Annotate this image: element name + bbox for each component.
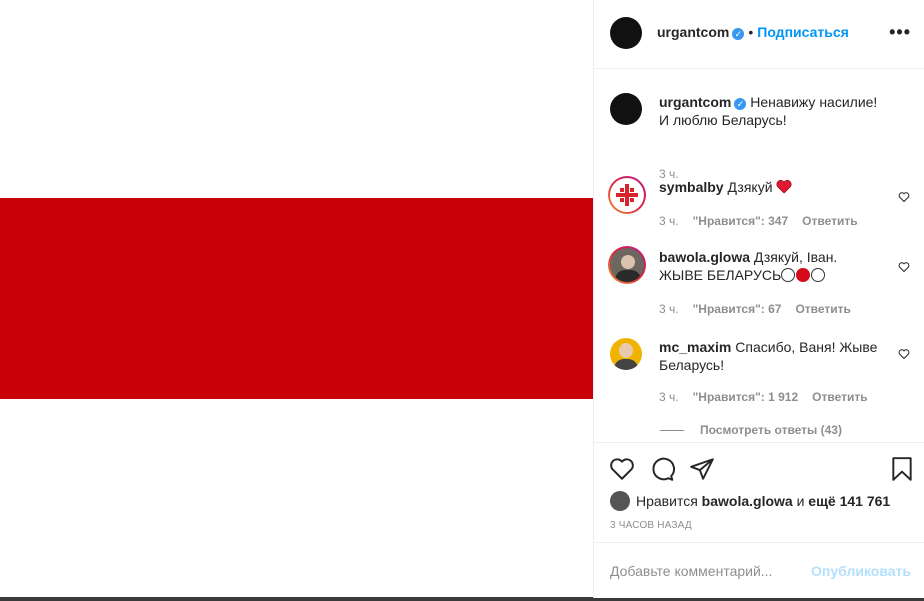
story-ring[interactable] — [608, 246, 646, 284]
comment-text: Дзякуй — [727, 179, 773, 195]
likes-middle: и — [796, 493, 805, 509]
comment-body: symbalby Дзякуй — [659, 178, 884, 196]
comment-username[interactable]: symbalby — [659, 179, 724, 195]
flag-red-stripe — [0, 198, 593, 399]
post-time-ago[interactable]: 3 часов назад — [610, 520, 692, 531]
reply-button[interactable]: Ответить — [812, 390, 867, 404]
commenter-avatar[interactable] — [610, 338, 642, 370]
comment-item: symbalby Дзякуй 3 ч. "Нравится": 347 Ответ… — [608, 176, 910, 238]
comment-meta: 3 ч. "Нравится": 1 912 Ответить — [659, 390, 882, 404]
comment-time: 3 ч. — [659, 302, 679, 316]
post-caption: urgantcom ✓ Ненавижу насилие!И люблю Бела… — [610, 93, 910, 181]
separator-dot: • — [748, 24, 754, 40]
verified-badge-icon: ✓ — [734, 98, 747, 110]
reply-button[interactable]: Ответить — [795, 302, 850, 316]
publish-button[interactable]: Опубликовать — [811, 563, 911, 579]
post-image[interactable] — [0, 0, 593, 598]
commenter-avatar — [610, 178, 644, 212]
comment-input[interactable]: Добавьте комментарий... — [610, 563, 772, 579]
add-comment-bar: Добавьте комментарий... Опубликовать — [594, 542, 924, 598]
like-heart-icon[interactable] — [609, 456, 635, 482]
share-send-icon[interactable] — [689, 456, 715, 482]
comment-likes[interactable]: "Нравится": 67 — [693, 302, 782, 316]
comment-username[interactable]: bawola.glowa — [659, 249, 750, 265]
white-red-white-circles — [781, 267, 826, 283]
story-ring[interactable] — [608, 176, 646, 214]
save-bookmark-icon[interactable] — [889, 456, 915, 482]
like-comment-icon[interactable] — [898, 261, 910, 273]
post-side-panel: urgantcom ✓ • Подписаться ••• urgantcom ✓ Не… — [593, 0, 924, 598]
replies-divider-line — [660, 430, 684, 432]
flag-white-stripe-bottom — [0, 399, 593, 598]
likes-summary: Нравится bawola.glowa и ещё 141 761 — [610, 491, 890, 511]
caption-text-block: urgantcom ✓ Ненавижу насилие!И люблю Бела… — [659, 93, 884, 129]
comment-bubble-icon[interactable] — [649, 456, 675, 482]
liker-avatar[interactable] — [610, 491, 630, 511]
view-replies-label: Посмотреть ответы (43) — [700, 423, 842, 437]
comment-time: 3 ч. — [659, 390, 679, 404]
follow-button[interactable]: Подписаться — [757, 24, 849, 40]
author-username[interactable]: urgantcom — [657, 24, 729, 40]
commenter-avatar — [610, 248, 644, 282]
comment-likes[interactable]: "Нравится": 1 912 — [693, 390, 799, 404]
header-author-line: urgantcom ✓ • Подписаться — [657, 24, 849, 42]
comment-meta: 3 ч. "Нравится": 67 Ответить — [659, 302, 865, 316]
likes-count[interactable]: ещё 141 761 — [808, 493, 890, 509]
reply-button[interactable]: Ответить — [802, 214, 857, 228]
comment-username[interactable]: mc_maxim — [659, 339, 731, 355]
flag-white-stripe-top — [0, 0, 593, 198]
comment-item: mc_maxim Спасибо, Ваня! Жыве Беларусь! 3… — [610, 338, 910, 408]
verified-badge-icon: ✓ — [732, 28, 745, 40]
comment-body: bawola.glowa Дзякуй, Іван. ЖЫВЕ БЕЛАРУСЬ — [659, 248, 884, 284]
comment-body: mc_maxim Спасибо, Ваня! Жыве Беларусь! — [659, 338, 884, 374]
comment-meta: 3 ч. "Нравится": 347 Ответить — [659, 214, 872, 228]
post-actions: Нравится bawola.glowa и ещё 141 761 3 ча… — [594, 442, 924, 542]
like-comment-icon[interactable] — [898, 348, 910, 360]
liker-username[interactable]: bawola.glowa — [702, 493, 793, 509]
comment-time: 3 ч. — [659, 214, 679, 228]
view-replies-button[interactable]: Посмотреть ответы (43) — [660, 423, 842, 437]
author-avatar[interactable] — [610, 93, 642, 125]
like-comment-icon[interactable] — [898, 191, 910, 203]
likes-prefix: Нравится — [636, 493, 698, 509]
author-avatar[interactable] — [610, 17, 642, 49]
more-options-icon[interactable]: ••• — [889, 22, 911, 43]
post-header: urgantcom ✓ • Подписаться ••• — [594, 0, 924, 69]
caption-username[interactable]: urgantcom — [659, 94, 731, 110]
ornament-icon — [616, 184, 638, 206]
comments-list: urgantcom ✓ Ненавижу насилие!И люблю Бела… — [594, 70, 924, 442]
comment-likes[interactable]: "Нравится": 347 — [693, 214, 789, 228]
comment-item: bawola.glowa Дзякуй, Іван. ЖЫВЕ БЕЛАРУСЬ… — [608, 246, 910, 318]
red-heart-icon — [776, 180, 792, 194]
